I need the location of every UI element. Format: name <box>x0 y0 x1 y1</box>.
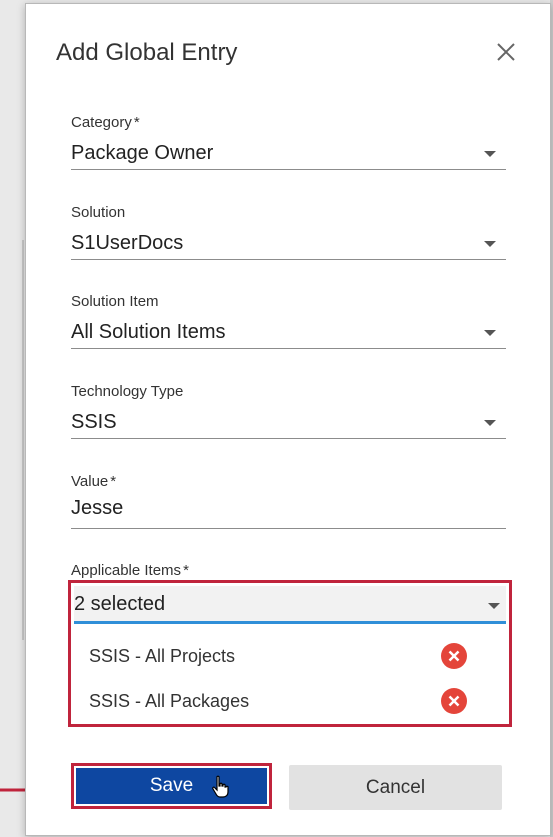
solution-item-label: Solution Item <box>71 293 159 310</box>
close-circle-icon <box>448 650 460 662</box>
save-button-label: Save <box>149 775 194 796</box>
solution-label: Solution <box>71 204 126 221</box>
selected-item: SSIS - All Packages <box>89 686 469 716</box>
solution-field: Solution S1UserDocs <box>71 204 506 260</box>
solution-item-field: Solution Item All Solution Items <box>71 293 506 349</box>
applicable-items-label: Applicable Items * <box>71 562 189 579</box>
technology-type-field: Technology Type SSIS <box>71 383 506 439</box>
category-label: Category * <box>71 114 140 131</box>
value-input-wrapper <box>71 493 506 529</box>
value-input[interactable] <box>71 497 506 520</box>
save-button-face: Save <box>76 768 267 804</box>
technology-type-value: SSIS <box>71 411 117 433</box>
hand-cursor-icon <box>212 775 229 798</box>
value-label: Value * <box>71 473 117 490</box>
solution-item-value: All Solution Items <box>71 321 226 343</box>
remove-item-button[interactable] <box>441 643 467 669</box>
chevron-down-icon <box>484 330 496 336</box>
chevron-down-icon <box>484 151 496 157</box>
dialog-title: Add Global Entry <box>56 39 238 66</box>
chevron-down-icon <box>488 603 500 609</box>
applicable-items-select[interactable]: 2 selected <box>74 586 506 624</box>
value-field: Value * <box>71 473 506 529</box>
close-circle-icon <box>448 695 460 707</box>
remove-item-button[interactable] <box>441 688 467 714</box>
category-field: Category * Package Owner <box>71 114 506 170</box>
close-icon <box>497 43 515 61</box>
chevron-down-icon <box>484 241 496 247</box>
cancel-button-label: Cancel <box>365 776 426 798</box>
category-value: Package Owner <box>71 142 214 164</box>
selected-item-label: SSIS - All Packages <box>89 691 250 711</box>
background-divider <box>22 240 24 640</box>
applicable-items-highlight: 2 selected SSIS - All Projects SSIS - Al… <box>68 580 512 727</box>
chevron-down-icon <box>484 420 496 426</box>
close-button[interactable] <box>492 38 520 66</box>
solution-select[interactable]: S1UserDocs <box>71 224 506 260</box>
add-global-entry-dialog: Add Global Entry Category * Package Owner… <box>25 3 551 836</box>
applicable-items-value: 2 selected <box>74 593 166 615</box>
save-button[interactable]: Save <box>71 763 272 809</box>
selected-item-label: SSIS - All Projects <box>89 646 236 666</box>
solution-item-select[interactable]: All Solution Items <box>71 313 506 349</box>
solution-value: S1UserDocs <box>71 232 184 254</box>
category-select[interactable]: Package Owner <box>71 134 506 170</box>
applicable-items-field: Applicable Items * <box>71 562 506 582</box>
technology-type-select[interactable]: SSIS <box>71 403 506 439</box>
cancel-button[interactable]: Cancel <box>289 765 502 810</box>
technology-type-label: Technology Type <box>71 383 184 400</box>
selected-item: SSIS - All Projects <box>89 641 469 671</box>
